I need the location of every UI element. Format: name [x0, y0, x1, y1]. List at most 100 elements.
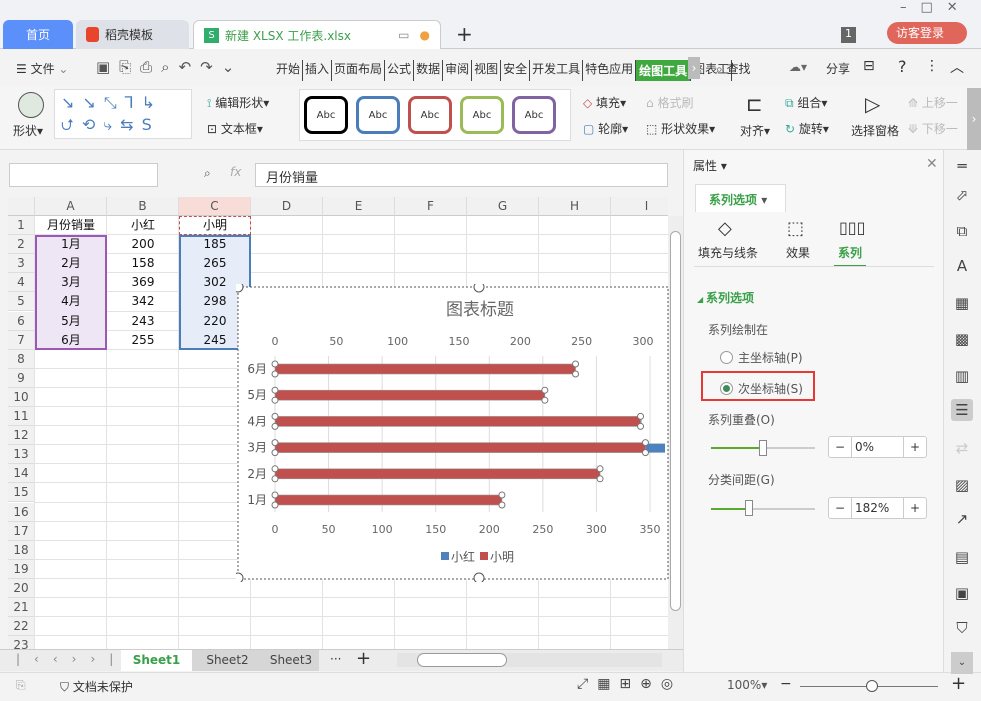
shape-button[interactable]: 形状▾: [13, 122, 43, 139]
row-header[interactable]: 3: [8, 254, 35, 274]
vertical-scrollbar[interactable]: [668, 216, 683, 649]
selection-handle[interactable]: [498, 501, 506, 509]
rotate-button[interactable]: ↻ 旋转▾: [785, 120, 829, 137]
cell[interactable]: 小红: [107, 216, 179, 235]
column-header[interactable]: H: [539, 197, 611, 216]
row-header[interactable]: 13: [8, 445, 35, 465]
selection-handle[interactable]: [596, 475, 604, 483]
selection-handle[interactable]: [641, 449, 649, 457]
properties-title[interactable]: 属性 ▾: [693, 157, 727, 174]
ribbon-scroll-right-2[interactable]: ›: [967, 88, 981, 150]
name-box[interactable]: [9, 163, 158, 187]
image-icon[interactable]: ▨: [951, 474, 973, 496]
zoom-out-button[interactable]: −: [780, 676, 792, 692]
bar-xiaoming[interactable]: [274, 494, 503, 506]
window-count-badge[interactable]: 1: [841, 27, 856, 43]
gap-plus[interactable]: +: [903, 498, 926, 518]
row-header[interactable]: 9: [8, 368, 35, 388]
transfer-icon[interactable]: ⇄: [951, 437, 973, 459]
shapes-icon[interactable]: ⧉: [951, 220, 973, 242]
selection-handle[interactable]: [637, 412, 645, 420]
picture-icon[interactable]: ▣: [951, 582, 973, 604]
settings-sliders-icon[interactable]: ☰: [951, 399, 973, 421]
cell[interactable]: 4月: [35, 292, 107, 311]
gap-slider[interactable]: [711, 508, 815, 510]
row-header[interactable]: 20: [8, 578, 35, 598]
selection-handle[interactable]: [271, 370, 279, 378]
overlap-plus[interactable]: +: [903, 437, 926, 457]
selection-handle[interactable]: [271, 412, 279, 420]
more-icon[interactable]: ⋮: [925, 58, 939, 74]
archive-icon[interactable]: ▤: [951, 546, 973, 568]
help-button[interactable]: ?: [898, 57, 907, 76]
ribbon-tab[interactable]: 公式: [385, 60, 415, 81]
column-header[interactable]: F: [395, 197, 467, 216]
ribbon-tab[interactable]: 视图: [472, 60, 502, 81]
ribbon-tab[interactable]: 开始: [274, 60, 304, 81]
shape-style-3[interactable]: Abc: [408, 96, 452, 134]
overlap-slider-thumb[interactable]: [759, 440, 767, 456]
bar-xiaoming[interactable]: [274, 468, 601, 480]
selection-handle[interactable]: [271, 386, 279, 394]
panel-tab-fill-line[interactable]: 填充与线条: [698, 244, 758, 261]
resize-handle[interactable]: [236, 284, 244, 293]
legend-xiaoming[interactable]: 小明: [490, 550, 514, 564]
share-button[interactable]: 分享: [826, 60, 850, 77]
line-shape-gallery[interactable]: ↘↘⤡⅂↳ ⮍⟲⤷⇆S: [54, 89, 192, 139]
selection-handle[interactable]: [271, 449, 279, 457]
sheet-nav-buttons[interactable]: |‹‹››|: [16, 652, 127, 666]
resize-handle[interactable]: [473, 284, 485, 293]
ribbon-tab[interactable]: 审阅: [443, 60, 473, 81]
row-header[interactable]: 8: [8, 349, 35, 369]
series-options-dropdown[interactable]: 系列选项 ▾: [695, 184, 786, 212]
table-icon[interactable]: ▦: [951, 292, 973, 314]
row-header[interactable]: 14: [8, 464, 35, 484]
collapse-ribbon-icon[interactable]: ︿: [950, 57, 964, 77]
bar-xiaoming[interactable]: [274, 363, 576, 375]
column-header[interactable]: A: [35, 197, 107, 216]
find-button[interactable]: ⌕ 查找: [716, 60, 751, 77]
column-header[interactable]: I: [611, 197, 668, 216]
shape-style-1[interactable]: Abc: [304, 96, 348, 134]
close-panel-icon[interactable]: ✕: [926, 156, 938, 172]
cursor-icon[interactable]: ⬀: [951, 184, 973, 206]
resize-handle[interactable]: [473, 572, 485, 582]
chart-icon[interactable]: ▥: [951, 365, 973, 387]
row-header[interactable]: 19: [8, 559, 35, 579]
cell[interactable]: 2月: [35, 254, 107, 273]
group-button[interactable]: ⧉ 组合▾: [785, 94, 827, 111]
edit-shape-button[interactable]: ⟟ 编辑形状▾: [207, 94, 269, 111]
send-backward-button[interactable]: ⟱ 下移一: [908, 120, 958, 137]
cell[interactable]: 5月: [35, 312, 107, 331]
gap-slider-thumb[interactable]: [744, 500, 753, 516]
text-style-icon[interactable]: A: [951, 255, 973, 277]
outline-button[interactable]: ▢ 轮廓▾: [583, 120, 628, 137]
ribbon-tab[interactable]: 页面布局: [332, 60, 386, 81]
legend-xiaohong[interactable]: 小红: [451, 549, 475, 564]
cell[interactable]: 3月: [35, 273, 107, 292]
selection-handle[interactable]: [271, 360, 279, 368]
row-header[interactable]: 7: [8, 330, 35, 350]
row-header[interactable]: 5: [8, 292, 35, 312]
side-scroll-down[interactable]: ⌄: [951, 652, 973, 674]
ribbon-tab[interactable]: 特色应用: [583, 60, 637, 81]
row-header[interactable]: 2: [8, 235, 35, 255]
cell[interactable]: 369: [107, 273, 179, 292]
panel-tab-effects[interactable]: 效果: [786, 244, 810, 261]
ribbon-tab[interactable]: 开发工具: [530, 60, 584, 81]
sheet-tab[interactable]: Sheet1: [121, 650, 192, 671]
zoom-formula-icon[interactable]: ⌕: [204, 166, 211, 181]
selection-handle[interactable]: [541, 386, 549, 394]
selection-handle[interactable]: [596, 465, 604, 473]
ribbon-tab[interactable]: 数据: [414, 60, 444, 81]
add-sheet-button[interactable]: +: [356, 648, 371, 669]
gap-minus[interactable]: −: [829, 498, 852, 518]
sheet-tab[interactable]: Sheet3: [263, 650, 319, 671]
protection-status[interactable]: ⛉ 文档未保护: [60, 678, 133, 695]
cell[interactable]: 月份销量: [35, 216, 107, 235]
cell[interactable]: 255: [107, 331, 179, 350]
cell[interactable]: 265: [179, 254, 251, 273]
selection-handle[interactable]: [637, 422, 645, 430]
column-header[interactable]: C: [179, 197, 251, 216]
cell[interactable]: 1月: [35, 235, 107, 254]
